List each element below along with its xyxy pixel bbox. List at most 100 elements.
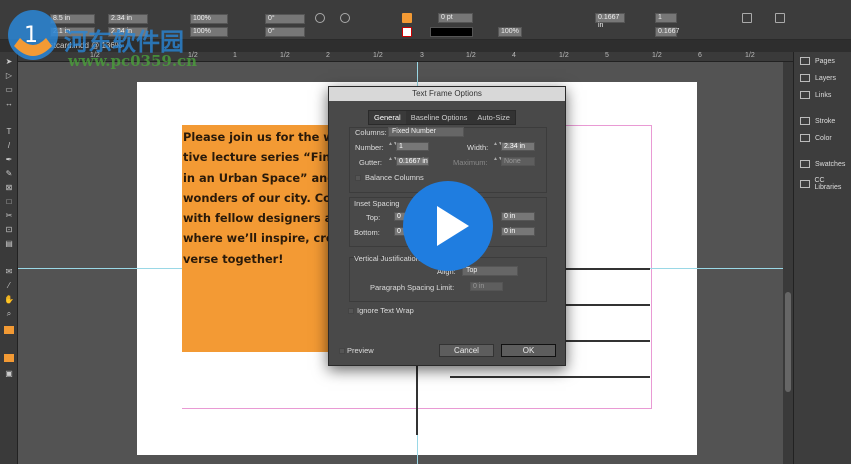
- note-tool-icon[interactable]: ✉: [4, 268, 14, 276]
- eyedropper-tool-icon[interactable]: ⁄: [4, 282, 14, 290]
- ignore-text-wrap-checkbox[interactable]: [348, 308, 354, 314]
- maximum-input[interactable]: None: [501, 157, 535, 166]
- watermark: 1 河东软件园 www.pc0359.cn: [6, 8, 197, 70]
- ruler-label: 6: [698, 52, 702, 59]
- gutter-stepper[interactable]: ▲▼: [388, 157, 398, 166]
- inset-spacing-label: Inset Spacing: [354, 199, 400, 208]
- scale-y-field[interactable]: 100%: [190, 27, 228, 37]
- gutter-label: Gutter:: [359, 158, 382, 167]
- shear-field[interactable]: 0°: [265, 27, 305, 37]
- align-icon[interactable]: [742, 13, 752, 23]
- free-transform-tool-icon[interactable]: ⊡: [4, 226, 14, 234]
- bottom-label: Bottom:: [354, 228, 380, 237]
- inset-field[interactable]: 0.1667: [655, 27, 679, 37]
- panel-label: Layers: [815, 74, 837, 82]
- rectangle-tool-icon[interactable]: □: [4, 198, 14, 206]
- tab-general[interactable]: General: [369, 111, 406, 124]
- panel-label: Links: [815, 91, 832, 99]
- scissors-tool-icon[interactable]: ✂: [4, 212, 14, 220]
- gap-tool-icon[interactable]: ↔: [4, 100, 14, 108]
- direct-selection-tool-icon[interactable]: ▷: [4, 72, 14, 80]
- balance-columns-checkbox[interactable]: [355, 175, 361, 181]
- stroke-weight-field[interactable]: 0 pt: [438, 13, 473, 23]
- play-video-button[interactable]: [403, 181, 493, 271]
- cc-libraries-icon: [800, 180, 810, 188]
- layers-icon: [800, 74, 810, 82]
- right-input[interactable]: 0 in: [501, 227, 535, 236]
- links-icon: [800, 91, 810, 99]
- panel-layers[interactable]: Layers: [800, 74, 836, 82]
- tab-auto-size[interactable]: Auto-Size: [472, 111, 515, 124]
- text-line: in an Urban Space” and dis: [183, 170, 330, 185]
- width-input[interactable]: 2.34 in: [501, 142, 535, 151]
- rotate-ccw-icon[interactable]: [340, 13, 350, 23]
- columns-select[interactable]: Fixed Number: [388, 127, 464, 137]
- gutter-input[interactable]: 0.1667 in: [396, 157, 429, 166]
- distribute-icon[interactable]: [775, 13, 785, 23]
- ruler-label: 1/2: [373, 52, 383, 59]
- panel-cc-libraries[interactable]: CC Libraries: [800, 177, 851, 191]
- vertical-scrollbar[interactable]: [783, 62, 793, 464]
- panel-swatches[interactable]: Swatches: [800, 160, 845, 168]
- scrollbar-thumb[interactable]: [785, 292, 791, 392]
- maximum-stepper[interactable]: ▲▼: [493, 157, 503, 166]
- hand-tool-icon[interactable]: ✋: [4, 296, 14, 304]
- stroke-type-select[interactable]: [430, 27, 473, 37]
- panel-label: Color: [815, 134, 832, 142]
- stroke-swatch[interactable]: [402, 27, 412, 37]
- panel-label: Swatches: [815, 160, 846, 168]
- svg-text:1: 1: [24, 23, 38, 48]
- line-tool-icon[interactable]: /: [4, 142, 14, 150]
- panel-links[interactable]: Links: [800, 91, 831, 99]
- scale-x-field[interactable]: 100%: [190, 14, 228, 24]
- rectangle-frame-tool-icon[interactable]: ⊠: [4, 184, 14, 192]
- left-input[interactable]: 0 in: [501, 212, 535, 221]
- columns-label: Columns:: [355, 128, 387, 137]
- margin-guide: [651, 125, 652, 409]
- columns-field[interactable]: 1: [655, 13, 677, 23]
- rotate-cw-icon[interactable]: [315, 13, 325, 23]
- gap-field[interactable]: 0.1667 in: [595, 13, 625, 29]
- dialog-tabs: General Baseline Options Auto-Size: [368, 110, 516, 125]
- opacity-field[interactable]: 100%: [498, 27, 522, 37]
- formatting-affects-icon[interactable]: [4, 354, 14, 362]
- paragraph-spacing-limit-input[interactable]: 0 in: [470, 282, 503, 291]
- panel-label: Pages: [815, 57, 835, 65]
- ruler-label: 5: [605, 52, 609, 59]
- ignore-text-wrap-label: Ignore Text Wrap: [357, 306, 414, 315]
- color-icon: [800, 134, 810, 142]
- number-input[interactable]: 1: [396, 142, 429, 151]
- divider-line: [416, 360, 418, 435]
- text-line: Please join us for the wee: [183, 130, 330, 144]
- panel-color[interactable]: Color: [800, 134, 832, 142]
- panel-stroke[interactable]: Stroke: [800, 117, 835, 125]
- number-stepper[interactable]: ▲▼: [388, 142, 398, 151]
- fill-swatch[interactable]: [402, 13, 412, 23]
- rotate-field[interactable]: 0°: [265, 14, 305, 24]
- page-tool-icon[interactable]: ▭: [4, 86, 14, 94]
- cancel-button[interactable]: Cancel: [439, 344, 494, 357]
- screen-mode-icon[interactable]: ▣: [4, 370, 14, 378]
- width-stepper[interactable]: ▲▼: [493, 142, 503, 151]
- zoom-tool-icon[interactable]: ⌕: [4, 310, 14, 318]
- ruler-label: 2: [326, 52, 330, 59]
- top-label: Top:: [366, 213, 381, 222]
- type-tool-icon[interactable]: T: [4, 128, 14, 136]
- panel-pages[interactable]: Pages: [800, 57, 835, 65]
- text-line: with fellow designers at A: [183, 211, 330, 226]
- align-select[interactable]: Top: [462, 266, 518, 276]
- watermark-logo-icon: 1: [8, 10, 58, 60]
- fill-stroke-icon[interactable]: [4, 326, 14, 334]
- ruler-label: 1/2: [745, 52, 755, 59]
- ok-button[interactable]: OK: [501, 344, 556, 357]
- gradient-tool-icon[interactable]: ▤: [4, 240, 14, 248]
- tab-baseline-options[interactable]: Baseline Options: [406, 111, 473, 124]
- pen-tool-icon[interactable]: ✒: [4, 156, 14, 164]
- maximum-label: Maximum:: [453, 158, 488, 167]
- frame-text[interactable]: Please join us for the wee tive lecture …: [183, 127, 330, 269]
- panel-label: CC Libraries: [814, 177, 842, 191]
- paragraph-spacing-limit-label: Paragraph Spacing Limit:: [370, 283, 455, 292]
- preview-checkbox[interactable]: [339, 348, 345, 354]
- width-label: Width:: [467, 143, 489, 152]
- pencil-tool-icon[interactable]: ✎: [4, 170, 14, 178]
